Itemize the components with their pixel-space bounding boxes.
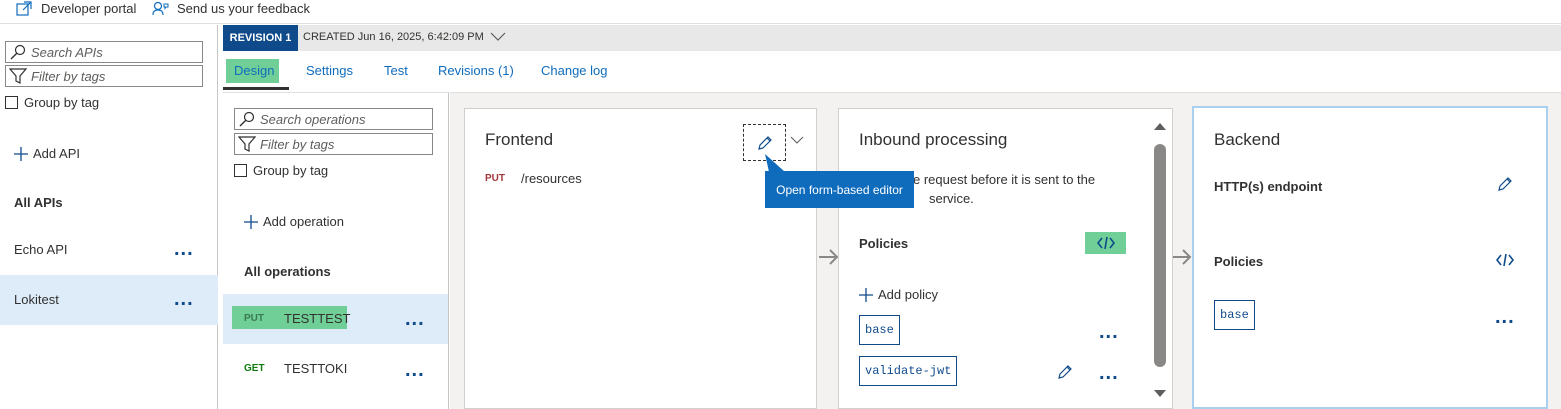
scroll-down-icon[interactable] — [1153, 389, 1167, 399]
pencil-icon — [757, 135, 773, 151]
arrow-right-icon — [1171, 248, 1193, 266]
feedback-link[interactable]: Send us your feedback — [152, 0, 310, 16]
search-icon — [9, 44, 27, 60]
frontend-title: Frontend — [485, 130, 554, 149]
revision-dropdown[interactable]: CREATED Jun 16, 2025, 6:42:09 PM — [303, 31, 506, 43]
person-feedback-icon — [152, 1, 169, 16]
api-item-echo[interactable]: Echo API ... — [0, 226, 218, 274]
operation-name: TESTTOKI — [284, 361, 348, 376]
arrow-right-icon — [818, 248, 840, 266]
tab-underline — [223, 87, 289, 90]
inbound-description-line: service. — [929, 191, 974, 206]
api-name: Echo API — [14, 242, 68, 257]
pencil-icon[interactable] — [1497, 176, 1513, 192]
inbound-code-editor-button[interactable] — [1085, 232, 1126, 254]
filter-apis-placeholder: Filter by tags — [31, 68, 106, 84]
search-operations-placeholder: Search operations — [260, 111, 366, 127]
search-apis-placeholder: Search APIs — [31, 44, 103, 60]
tab-settings[interactable]: Settings — [306, 63, 353, 78]
more-options-icon[interactable]: ... — [174, 289, 194, 309]
more-options-icon[interactable]: ... — [174, 239, 194, 259]
chevron-down-icon[interactable] — [790, 135, 804, 145]
group-by-tag-operations[interactable]: Group by tag — [234, 163, 328, 178]
inbound-description-line: e request before it is sent to the — [913, 172, 1096, 187]
search-icon — [238, 111, 256, 127]
more-options-icon[interactable]: ... — [1099, 363, 1119, 383]
api-item-lokitest[interactable]: Lokitest ... — [0, 275, 218, 325]
tooltip-pointer — [765, 154, 785, 172]
plus-icon — [244, 214, 258, 229]
inbound-description: e request before it is sent to the servi… — [913, 170, 1095, 208]
scrollbar-thumb[interactable] — [1154, 144, 1166, 367]
filter-operations-placeholder: Filter by tags — [260, 136, 335, 152]
filter-operations-input[interactable]: Filter by tags — [234, 133, 433, 155]
plus-icon — [14, 146, 28, 161]
feedback-label: Send us your feedback — [177, 0, 310, 16]
code-icon — [1096, 237, 1115, 249]
tab-revisions[interactable]: Revisions (1) — [438, 63, 514, 78]
policy-base[interactable]: base — [859, 315, 900, 345]
group-by-tag-checkbox[interactable] — [5, 96, 18, 109]
more-options-icon[interactable]: ... — [405, 360, 425, 380]
all-operations-heading[interactable]: All operations — [244, 264, 331, 279]
add-operation-label: Add operation — [263, 214, 344, 229]
policy-validate-jwt[interactable]: validate-jwt — [859, 356, 958, 386]
add-policy-label: Add policy — [878, 287, 938, 302]
group-by-tag-label: Group by tag — [24, 95, 100, 110]
more-options-icon[interactable]: ... — [405, 309, 425, 329]
method-badge: PUT — [244, 313, 264, 324]
search-operations-input[interactable]: Search operations — [234, 108, 433, 130]
pencil-icon[interactable] — [1057, 364, 1073, 380]
plus-icon — [859, 287, 873, 302]
tooltip: Open form-based editor — [765, 171, 914, 208]
inbound-title: Inbound processing — [859, 130, 1008, 149]
method-badge: GET — [244, 363, 265, 374]
api-name: Lokitest — [14, 292, 59, 307]
add-operation-button[interactable]: Add operation — [244, 214, 344, 229]
search-apis-input[interactable]: Search APIs — [5, 41, 203, 63]
backend-endpoint-label: HTTP(s) endpoint — [1214, 179, 1323, 194]
more-options-icon[interactable]: ... — [1495, 307, 1515, 327]
add-api-label: Add API — [33, 146, 80, 161]
scroll-up-icon[interactable] — [1153, 121, 1167, 131]
inbound-policies-label: Policies — [859, 236, 909, 251]
code-icon[interactable] — [1496, 254, 1514, 266]
frontend-path: /resources — [521, 171, 582, 186]
operation-item-testtoki[interactable]: GET TESTTOKI ... — [223, 345, 448, 393]
group-by-tag-label: Group by tag — [253, 163, 329, 178]
group-by-tag-checkbox[interactable] — [234, 164, 247, 177]
developer-portal-label: Developer portal — [41, 0, 137, 16]
revision-badge: REVISION 1 — [223, 25, 298, 51]
more-options-icon[interactable]: ... — [1099, 322, 1119, 342]
revision-created: CREATED Jun 16, 2025, 6:42:09 PM — [303, 31, 484, 43]
add-api-button[interactable]: Add API — [14, 146, 80, 161]
developer-portal-link[interactable]: Developer portal — [16, 0, 136, 16]
backend-title: Backend — [1214, 130, 1281, 149]
backend-policies-label: Policies — [1214, 254, 1264, 269]
tab-design[interactable]: Design — [234, 63, 274, 78]
policy-base[interactable]: base — [1214, 300, 1255, 330]
filter-icon — [238, 136, 256, 152]
operation-name: TESTTEST — [284, 311, 351, 326]
all-apis-heading[interactable]: All APIs — [14, 195, 63, 210]
group-by-tag-apis[interactable]: Group by tag — [5, 95, 99, 110]
tab-test[interactable]: Test — [384, 63, 408, 78]
external-link-icon — [16, 0, 33, 16]
method-badge: PUT — [485, 173, 505, 184]
add-policy-button[interactable]: Add policy — [859, 287, 938, 302]
operation-item-testtest[interactable]: PUT TESTTEST ... — [223, 294, 448, 344]
chevron-down-icon — [490, 32, 506, 42]
filter-apis-input[interactable]: Filter by tags — [5, 65, 203, 87]
filter-icon — [9, 68, 27, 84]
tab-change-log[interactable]: Change log — [541, 63, 608, 78]
